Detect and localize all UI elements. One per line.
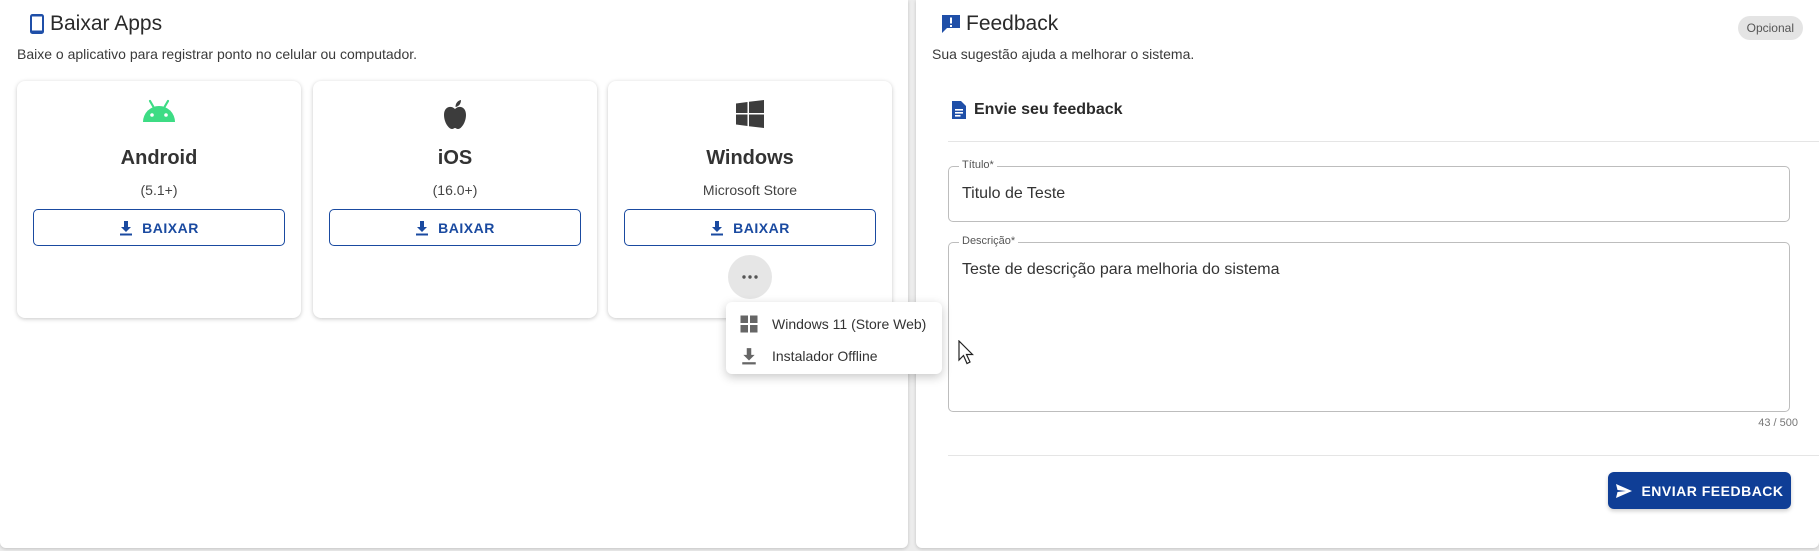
android-download-button[interactable]: BAIXAR (33, 209, 285, 246)
android-card: Android (5.1+) BAIXAR (17, 81, 301, 318)
feedback-subtitle: Sua sugestão ajuda a melhorar o sistema. (932, 46, 1195, 62)
menu-item-offline-installer[interactable]: Instalador Offline (726, 340, 942, 372)
android-version: (5.1+) (140, 182, 178, 198)
feedback-icon (942, 15, 960, 33)
apps-title-text: Baixar Apps (50, 12, 163, 35)
android-icon (143, 99, 175, 122)
windows-version: Microsoft Store (702, 182, 798, 198)
send-icon (1616, 483, 1633, 498)
ios-name: iOS (437, 147, 473, 169)
windows-options-menu: Windows 11 (Store Web) Instalador Offlin… (726, 302, 942, 374)
menu-item-offline-installer-label: Instalador Offline (772, 348, 878, 364)
description-field-label: Descrição* (959, 235, 1019, 247)
windows-name: Windows (706, 147, 794, 169)
send-feedback-button[interactable]: ENVIAR FEEDBACK (1608, 472, 1791, 509)
feedback-section-header: Envie seu feedback (950, 100, 1123, 120)
character-counter: 43 / 500 (1758, 417, 1798, 429)
title-field-value: Titulo de Teste (962, 185, 1066, 202)
title-field[interactable]: Título* Titulo de Teste (948, 159, 1790, 222)
download-icon (416, 220, 429, 235)
divider (948, 455, 1819, 456)
optional-badge: Opcional (1737, 16, 1803, 40)
more-horizontal-icon (742, 275, 758, 279)
send-feedback-label: ENVIAR FEEDBACK (1641, 482, 1784, 499)
windows-download-button[interactable]: BAIXAR (624, 209, 876, 246)
feedback-section-label: Envie seu feedback (974, 101, 1123, 118)
download-icon (742, 348, 756, 365)
ios-card: iOS (16.0+) BAIXAR (313, 81, 597, 318)
windows-card: Windows Microsoft Store BAIXAR (608, 81, 892, 318)
apps-subtitle: Baixe o aplicativo para registrar ponto … (17, 46, 418, 62)
feedback-title: Feedback (940, 12, 1058, 36)
download-icon (711, 220, 724, 235)
mouse-cursor-icon (958, 340, 974, 365)
menu-item-store-web[interactable]: Windows 11 (Store Web) (726, 308, 942, 340)
windows-download-label: BAIXAR (733, 219, 790, 236)
apps-title: Baixar Apps (28, 12, 162, 36)
title-field-label: Título* (959, 159, 997, 171)
android-download-label: BAIXAR (142, 219, 199, 236)
description-field[interactable]: Descrição* Teste de descrição para melho… (948, 235, 1790, 412)
windows-icon (736, 100, 764, 128)
download-icon (120, 220, 133, 235)
feedback-title-text: Feedback (966, 12, 1059, 35)
apps-panel: Baixar Apps Baixe o aplicativo para regi… (0, 0, 908, 548)
ios-download-label: BAIXAR (438, 219, 495, 236)
menu-item-store-web-label: Windows 11 (Store Web) (772, 316, 927, 332)
windows-grid-icon (740, 315, 758, 333)
apple-icon (444, 100, 466, 129)
description-field-value: Teste de descrição para melhoria do sist… (962, 261, 1280, 278)
android-name: Android (120, 147, 198, 169)
more-options-button[interactable] (728, 255, 772, 299)
divider (948, 141, 1819, 142)
document-icon (952, 101, 966, 119)
ios-version: (16.0+) (432, 182, 478, 198)
feedback-panel: Feedback Sua sugestão ajuda a melhorar o… (916, 0, 1819, 548)
ios-download-button[interactable]: BAIXAR (329, 209, 581, 246)
smartphone-icon (30, 14, 44, 34)
